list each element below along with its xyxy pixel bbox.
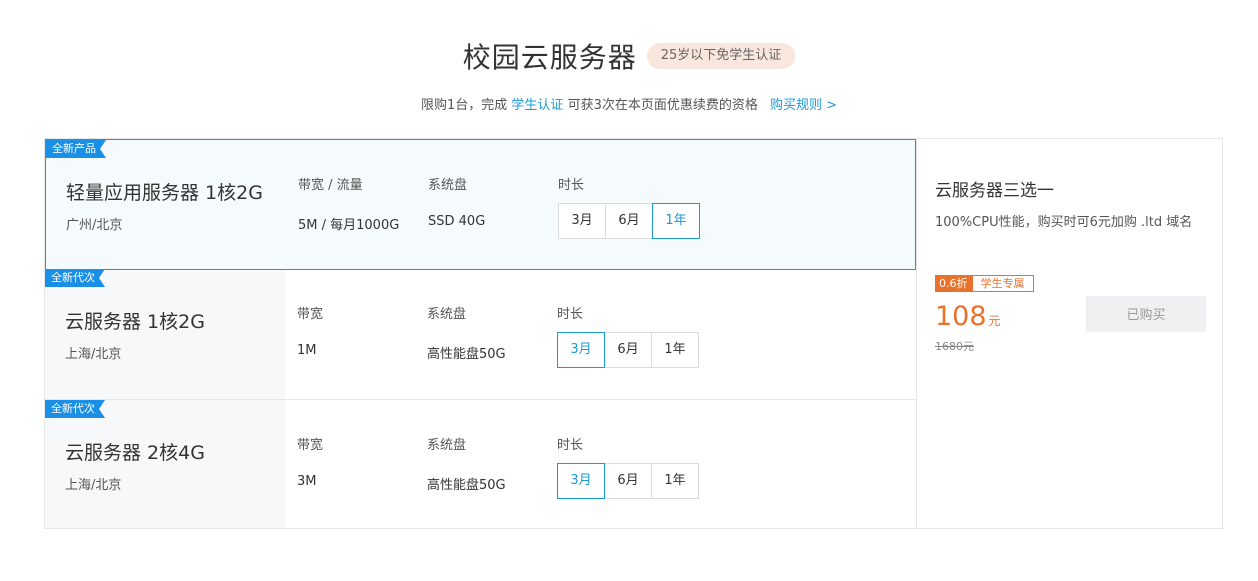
bandwidth-value: 1M <box>297 343 317 358</box>
duration-option-3m[interactable]: 3月 <box>557 332 605 368</box>
product-name: 云服务器 1核2G <box>65 311 205 333</box>
product-board: 全新产品 轻量应用服务器 1核2G 广州/北京 带宽 / 流量 5M / 每月1… <box>44 138 1223 529</box>
student-exclusive-badge: 学生专属 <box>971 275 1034 292</box>
duration-selector: 3月 6月 1年 <box>557 332 699 368</box>
limit-text: 限购1台，完成 <box>420 98 508 113</box>
disk-label: 系统盘 <box>427 438 467 453</box>
renewal-text: 可获3次在本页面优惠续费的资格 <box>567 98 758 113</box>
product-tag: 全新代次 <box>45 400 105 418</box>
duration-selector: 3月 6月 1年 <box>557 463 699 499</box>
student-exempt-badge: 25岁以下免学生认证 <box>646 43 796 69</box>
duration-option-1y[interactable]: 1年 <box>651 332 699 368</box>
disk-label: 系统盘 <box>427 307 467 322</box>
product-row-cvm-2c4g[interactable]: 全新代次 云服务器 2核4G 上海/北京 带宽 3M 系统盘 高性能盘50G 时… <box>45 399 916 528</box>
purchase-limit-note: 限购1台，完成 学生认证 可获3次在本页面优惠续费的资格 购买规则 > <box>0 94 1258 113</box>
summary-description: 100%CPU性能，购买时可6元加购 .ltd 域名 <box>935 215 1193 230</box>
disk-value: 高性能盘50G <box>427 478 506 493</box>
bandwidth-label: 带宽 <box>297 307 324 322</box>
original-price: 1680元 <box>935 340 974 353</box>
bandwidth-label: 带宽 <box>297 438 324 453</box>
bandwidth-label: 带宽 / 流量 <box>298 178 363 193</box>
disk-value: SSD 40G <box>428 214 486 229</box>
product-row-cvm-1c2g[interactable]: 全新代次 云服务器 1核2G 上海/北京 带宽 1M 系统盘 高性能盘50G 时… <box>45 269 916 399</box>
summary-title: 云服务器三选一 <box>935 181 1054 201</box>
duration-option-6m[interactable]: 6月 <box>604 332 652 368</box>
disk-value: 高性能盘50G <box>427 347 506 362</box>
duration-option-3m[interactable]: 3月 <box>558 203 606 239</box>
product-region: 上海/北京 <box>65 478 122 493</box>
product-row-lighthouse-1c2g[interactable]: 全新产品 轻量应用服务器 1核2G 广州/北京 带宽 / 流量 5M / 每月1… <box>45 139 916 270</box>
product-region: 广州/北京 <box>66 218 123 233</box>
page-header: 校园云服务器 25岁以下免学生认证 限购1台，完成 学生认证 可获3次在本页面优… <box>0 36 1258 113</box>
product-tag: 全新代次 <box>45 269 105 287</box>
product-name: 云服务器 2核4G <box>65 442 205 464</box>
product-list: 全新产品 轻量应用服务器 1核2G 广州/北京 带宽 / 流量 5M / 每月1… <box>45 139 916 528</box>
price-amount: 108 <box>935 301 987 332</box>
purchased-button[interactable]: 已购买 <box>1086 296 1206 332</box>
price-badges: 0.6折 学生专属 <box>935 275 1034 292</box>
duration-option-6m[interactable]: 6月 <box>604 463 652 499</box>
disk-label: 系统盘 <box>428 178 468 193</box>
duration-label: 时长 <box>557 438 584 453</box>
duration-label: 时长 <box>557 307 584 322</box>
duration-label: 时长 <box>558 178 585 193</box>
discount-badge: 0.6折 <box>935 275 972 292</box>
product-region: 上海/北京 <box>65 347 122 362</box>
price-unit: 元 <box>988 314 1001 328</box>
student-auth-link[interactable]: 学生认证 <box>511 98 563 113</box>
duration-option-3m[interactable]: 3月 <box>557 463 605 499</box>
page-title: 校园云服务器 <box>462 41 637 74</box>
title-row: 校园云服务器 25岁以下免学生认证 <box>0 36 1258 76</box>
purchase-rules-link[interactable]: 购买规则 > <box>770 98 837 113</box>
product-name: 轻量应用服务器 1核2G <box>66 182 263 204</box>
product-name-column <box>45 269 285 399</box>
duration-option-1y[interactable]: 1年 <box>652 203 700 239</box>
bandwidth-value: 3M <box>297 474 317 489</box>
duration-option-6m[interactable]: 6月 <box>605 203 653 239</box>
bandwidth-value: 5M / 每月1000G <box>298 218 400 233</box>
duration-option-1y[interactable]: 1年 <box>651 463 699 499</box>
duration-selector: 3月 6月 1年 <box>558 203 700 239</box>
current-price: 108 元 <box>935 301 1001 332</box>
purchase-summary-panel: 云服务器三选一 100%CPU性能，购买时可6元加购 .ltd 域名 0.6折 … <box>916 139 1223 528</box>
product-tag: 全新产品 <box>46 140 106 158</box>
